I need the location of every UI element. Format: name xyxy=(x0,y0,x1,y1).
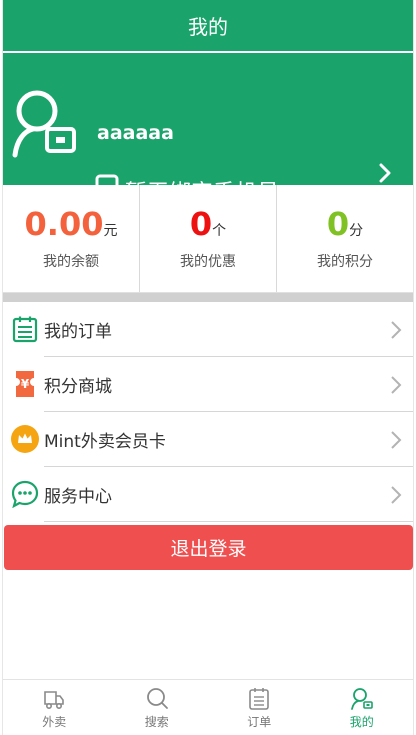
menu-item-my-orders[interactable]: 我的订单 xyxy=(3,302,413,357)
row-divider xyxy=(44,521,413,522)
tab-label: 订单 xyxy=(247,715,272,729)
order-list-icon xyxy=(12,316,38,343)
chevron-right-icon xyxy=(391,431,402,449)
points-stat[interactable]: 0分 我的积分 xyxy=(276,185,413,292)
menu-item-label: 服务中心 xyxy=(44,487,112,507)
points-value: 0 xyxy=(326,205,350,243)
crown-icon xyxy=(11,425,39,453)
chevron-right-icon xyxy=(391,321,402,339)
section-divider xyxy=(3,293,413,302)
tab-orders[interactable]: 订单 xyxy=(208,680,311,735)
username: aaaaaa xyxy=(97,122,174,144)
balance-stat[interactable]: 0.00元 我的余额 xyxy=(3,185,139,292)
tab-label: 我的 xyxy=(349,715,374,729)
points-ticket-icon: ¥ xyxy=(16,371,34,397)
account-stats: 0.00元 我的余额 0个 我的优惠 0分 我的积分 xyxy=(3,185,413,293)
chat-bubble-icon xyxy=(11,480,39,508)
top-nav-bar: 我的 xyxy=(3,0,413,53)
balance-unit: 元 xyxy=(103,223,118,239)
coupons-unit: 个 xyxy=(212,223,227,239)
coupons-stat[interactable]: 0个 我的优惠 xyxy=(139,185,276,292)
bottom-tab-bar: 外卖 搜索 订单 我的 xyxy=(3,679,413,735)
user-icon xyxy=(12,90,76,158)
tab-search[interactable]: 搜索 xyxy=(106,680,209,735)
delivery-truck-icon xyxy=(44,691,65,709)
menu-item-label: Mint外卖会员卡 xyxy=(44,432,166,452)
tab-takeout[interactable]: 外卖 xyxy=(3,680,106,735)
menu-item-label: 我的订单 xyxy=(44,322,112,342)
tab-label: 外卖 xyxy=(42,715,67,729)
chevron-right-icon xyxy=(391,486,402,504)
balance-caption: 我的余额 xyxy=(43,254,99,270)
menu-item-service-center[interactable]: 服务中心 xyxy=(3,467,413,522)
coupons-caption: 我的优惠 xyxy=(180,254,236,270)
page-title: 我的 xyxy=(188,15,228,39)
balance-value: 0.00 xyxy=(24,205,104,243)
points-unit: 分 xyxy=(349,223,364,239)
tab-label: 搜索 xyxy=(144,715,169,729)
menu-item-membership-card[interactable]: Mint外卖会员卡 xyxy=(3,412,413,467)
menu-item-label: 积分商城 xyxy=(44,377,112,397)
order-list-icon xyxy=(249,688,270,710)
profile-card[interactable]: aaaaaa 暂无绑定手机号 xyxy=(3,53,413,212)
logout-button[interactable]: 退出登录 xyxy=(4,525,413,570)
user-icon xyxy=(350,688,373,710)
search-icon xyxy=(146,688,168,709)
menu-list: 我的订单 ¥ 积分商城 Mint外卖会员卡 服务中心 xyxy=(3,302,413,522)
menu-item-points-mall[interactable]: ¥ 积分商城 xyxy=(3,357,413,412)
chevron-right-icon xyxy=(391,376,402,394)
points-caption: 我的积分 xyxy=(317,254,373,270)
app-screen: 我的 aaaaaa 暂无绑定手机号 0.00元 我的余额 0个 我的优惠 0分 … xyxy=(2,0,414,735)
tab-mine[interactable]: 我的 xyxy=(311,680,414,735)
svg-text:¥: ¥ xyxy=(21,377,30,391)
chevron-right-icon xyxy=(379,163,391,183)
coupons-value: 0 xyxy=(189,205,213,243)
